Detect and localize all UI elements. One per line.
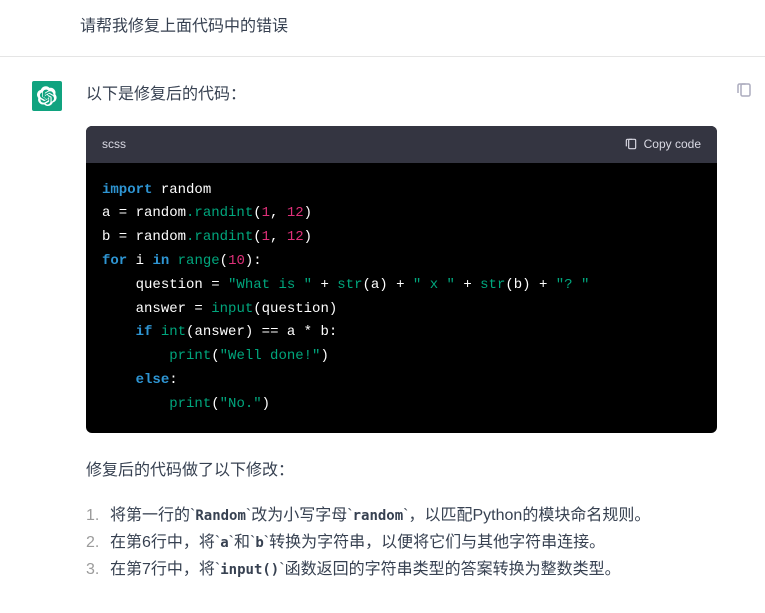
fixes-list: 将第一行的`Random`改为小写字母`random`，以匹配Python的模块… [86, 502, 717, 584]
user-message-row: 请帮我修复上面代码中的错误 [0, 0, 765, 56]
assistant-content: 以下是修复后的代码： scss Copy code import random … [86, 81, 741, 583]
explanation-header: 修复后的代码做了以下修改： [86, 457, 717, 484]
list-item: 在第7行中，将`input()`函数返回的字符串类型的答案转换为整数类型。 [86, 556, 717, 583]
assistant-intro-text: 以下是修复后的代码： [86, 81, 717, 108]
code-header: scss Copy code [86, 126, 717, 162]
copy-code-button[interactable]: Copy code [624, 134, 701, 154]
code-block: scss Copy code import random a = random.… [86, 126, 717, 432]
user-message-text: 请帮我修复上面代码中的错误 [80, 12, 765, 36]
clipboard-icon [735, 81, 753, 99]
code-lang-label: scss [102, 134, 126, 154]
code-body[interactable]: import random a = random.randint(1, 12) … [86, 163, 717, 433]
list-item: 在第6行中，将`a`和`b`转换为字符串，以便将它们与其他字符串连接。 [86, 529, 717, 556]
copy-code-label: Copy code [644, 134, 701, 154]
openai-logo-icon [37, 86, 57, 106]
clipboard-icon [624, 137, 638, 151]
assistant-avatar [32, 81, 62, 111]
assistant-message-row: 以下是修复后的代码： scss Copy code import random … [0, 57, 765, 583]
copy-message-button[interactable] [735, 81, 753, 99]
list-item: 将第一行的`Random`改为小写字母`random`，以匹配Python的模块… [86, 502, 717, 529]
